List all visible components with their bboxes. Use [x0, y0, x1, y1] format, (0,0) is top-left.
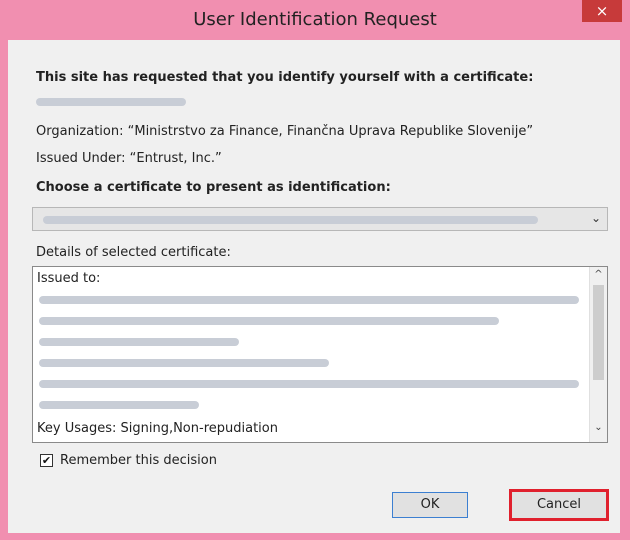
remember-label[interactable]: Remember this decision: [60, 453, 217, 468]
site-host-redacted: [36, 98, 186, 106]
title-bar[interactable]: User Identification Request ×: [0, 0, 630, 40]
chevron-down-icon: ⌄: [590, 211, 601, 225]
issued-to-label: Issued to:: [37, 271, 101, 286]
issuer-text: Issued Under: “Entrust, Inc.”: [36, 151, 222, 166]
certificate-details-textbox[interactable]: Issued to: Key Usages: Signing,Non-repud…: [32, 266, 608, 443]
details-line-redacted: [39, 338, 239, 346]
dialog-window: User Identification Request × This site …: [0, 0, 630, 540]
remember-checkbox[interactable]: ✔: [40, 454, 53, 467]
organization-text: Organization: “Ministrstvo za Finance, F…: [36, 124, 534, 139]
details-line-redacted: [39, 380, 579, 388]
details-line-redacted: [39, 359, 329, 367]
request-heading: This site has requested that you identif…: [36, 70, 534, 85]
details-line-redacted: [39, 317, 499, 325]
details-scrollbar[interactable]: ^ ⌄: [589, 267, 607, 442]
details-label: Details of selected certificate:: [36, 245, 231, 260]
close-button[interactable]: ×: [582, 0, 622, 22]
scroll-up-icon[interactable]: ^: [590, 269, 607, 280]
ok-button[interactable]: OK: [392, 492, 468, 518]
scroll-thumb[interactable]: [593, 285, 604, 380]
dialog-body: This site has requested that you identif…: [8, 40, 620, 533]
cancel-button[interactable]: Cancel: [509, 489, 609, 521]
close-icon: ×: [595, 2, 609, 20]
key-usages-text: Key Usages: Signing,Non-repudiation: [37, 421, 278, 436]
details-line-redacted: [39, 296, 579, 304]
choose-certificate-label: Choose a certificate to present as ident…: [36, 180, 391, 195]
details-line-redacted: [39, 401, 199, 409]
scroll-down-icon[interactable]: ⌄: [590, 422, 607, 433]
certificate-name-redacted: [43, 216, 538, 224]
dialog-title: User Identification Request: [193, 9, 437, 30]
certificate-select[interactable]: ⌄: [32, 207, 608, 231]
